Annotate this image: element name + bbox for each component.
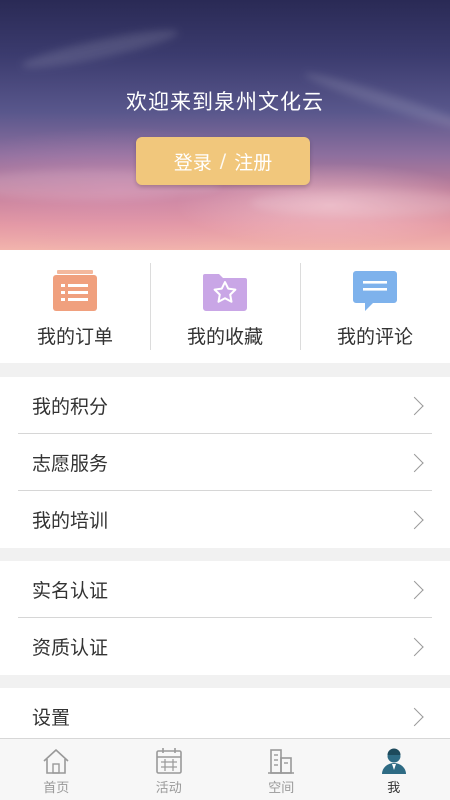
home-icon — [43, 749, 69, 774]
quick-link-label: 我的订单 — [36, 326, 113, 348]
comment-bubble-icon — [351, 268, 399, 314]
chevron-right-icon — [405, 396, 424, 415]
login-register-button[interactable]: 登录 / 注册 — [136, 137, 310, 185]
chevron-right-icon — [405, 580, 424, 599]
quick-links: 我的订单 我的收藏 我的评论 — [0, 250, 450, 363]
building-icon — [268, 749, 295, 774]
orders-list-icon — [51, 268, 99, 314]
login-label[interactable]: 登录 — [174, 148, 212, 175]
separator: / — [219, 150, 227, 172]
tab-activities[interactable]: 活动 — [113, 739, 226, 800]
tab-spaces[interactable]: 空间 — [225, 739, 338, 800]
tab-label: 空间 — [268, 781, 295, 796]
register-label[interactable]: 注册 — [234, 148, 272, 175]
quick-link-orders[interactable]: 我的订单 — [0, 250, 150, 363]
tab-label: 我 — [387, 781, 401, 796]
quick-link-label: 我的评论 — [336, 326, 413, 348]
cloud-decoration — [250, 190, 450, 216]
bottom-tab-bar: 首页 活动 空间 我 — [0, 738, 450, 800]
welcome-text: 欢迎来到泉州文化云 — [126, 90, 324, 114]
quick-link-favorites[interactable]: 我的收藏 — [150, 250, 300, 363]
chevron-right-icon — [405, 510, 424, 529]
menu-item-points[interactable]: 我的积分 — [0, 377, 450, 434]
menu-item-label: 设置 — [32, 707, 71, 729]
menu-item-qualification[interactable]: 资质认证 — [0, 618, 450, 675]
tab-me[interactable]: 我 — [338, 739, 450, 800]
menu-item-volunteer[interactable]: 志愿服务 — [0, 434, 450, 491]
quick-link-comments[interactable]: 我的评论 — [300, 250, 450, 363]
chevron-right-icon — [405, 637, 424, 656]
menu-item-realname[interactable]: 实名认证 — [0, 561, 450, 618]
menu-item-label: 实名认证 — [32, 580, 109, 602]
chevron-right-icon — [405, 707, 424, 726]
menu-item-label: 资质认证 — [32, 637, 109, 659]
menu-item-training[interactable]: 我的培训 — [0, 491, 450, 548]
profile-header-banner: 欢迎来到泉州文化云 登录 / 注册 — [0, 0, 450, 250]
menu-item-label: 我的积分 — [32, 396, 109, 418]
star-folder-icon — [201, 268, 249, 314]
chevron-right-icon — [405, 453, 424, 472]
menu-item-settings[interactable]: 设置 — [0, 688, 450, 745]
tab-home[interactable]: 首页 — [0, 739, 113, 800]
menu-group-activity: 我的积分 志愿服务 我的培训 — [0, 377, 450, 548]
tab-label: 首页 — [43, 781, 70, 796]
user-icon — [381, 748, 406, 774]
calendar-icon — [155, 748, 182, 774]
menu-group-verification: 实名认证 资质认证 — [0, 561, 450, 675]
tab-label: 活动 — [155, 781, 182, 796]
menu-group-settings: 设置 — [0, 688, 450, 745]
quick-link-label: 我的收藏 — [186, 326, 263, 348]
menu-item-label: 志愿服务 — [32, 453, 109, 475]
cloud-decoration — [19, 23, 181, 75]
menu-item-label: 我的培训 — [32, 510, 109, 532]
